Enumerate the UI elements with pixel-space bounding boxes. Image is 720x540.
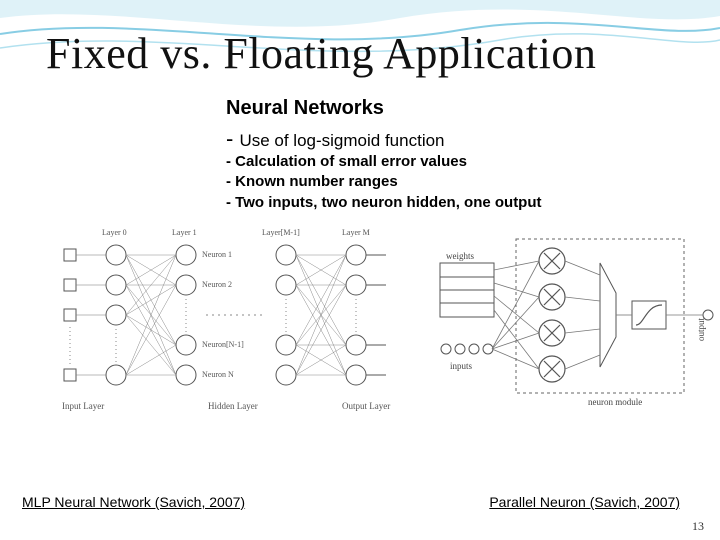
- figure-mlp: Layer 0 Layer 1 Layer[M-1] Layer M Neuro…: [46, 223, 424, 418]
- svg-text:Input Layer: Input Layer: [62, 401, 104, 411]
- parallel-neuron-diagram-icon: weights inputs: [432, 223, 720, 418]
- svg-text:output: output: [696, 317, 706, 341]
- slide-subtitle: Neural Networks: [226, 97, 692, 120]
- bullet-text: Calculation of small error values: [235, 153, 467, 170]
- bullet-item: - Known number ranges: [226, 172, 692, 192]
- slide: Fixed vs. Floating Application Neural Ne…: [0, 0, 720, 540]
- slide-title: Fixed vs. Floating Application: [46, 28, 692, 79]
- mlp-diagram-icon: Layer 0 Layer 1 Layer[M-1] Layer M Neuro…: [46, 223, 424, 418]
- bullet-item: - Two inputs, two neuron hidden, one out…: [226, 193, 692, 213]
- svg-text:Neuron N: Neuron N: [202, 370, 234, 379]
- svg-text:Neuron 1: Neuron 1: [202, 250, 232, 259]
- bullet-text: Use of log-sigmoid function: [239, 131, 444, 150]
- page-number: 13: [692, 519, 704, 534]
- svg-text:Layer M: Layer M: [342, 228, 370, 237]
- bullet-item: - Use of log-sigmoid function: [226, 126, 692, 152]
- svg-text:Hidden Layer: Hidden Layer: [208, 401, 258, 411]
- bullet-text: Two inputs, two neuron hidden, one outpu…: [235, 194, 541, 211]
- caption-right: Parallel Neuron (Savich, 2007): [489, 494, 680, 510]
- figure-captions: MLP Neural Network (Savich, 2007) Parall…: [0, 494, 720, 510]
- svg-text:Neuron[N-1]: Neuron[N-1]: [202, 340, 244, 349]
- svg-text:weights: weights: [446, 251, 474, 261]
- svg-text:Neuron 2: Neuron 2: [202, 280, 232, 289]
- svg-text:Layer[M-1]: Layer[M-1]: [262, 228, 300, 237]
- svg-text:Layer 1: Layer 1: [172, 228, 197, 237]
- svg-text:Output Layer: Output Layer: [342, 401, 390, 411]
- bullet-item: - Calculation of small error values: [226, 152, 692, 172]
- svg-text:Layer 0: Layer 0: [102, 228, 127, 237]
- bullet-list: - Use of log-sigmoid function - Calculat…: [226, 126, 692, 213]
- figure-row: Layer 0 Layer 1 Layer[M-1] Layer M Neuro…: [46, 223, 692, 418]
- svg-text:neuron module: neuron module: [588, 397, 642, 407]
- svg-text:inputs: inputs: [450, 361, 473, 371]
- figure-parallel-neuron: weights inputs: [432, 223, 720, 418]
- bullet-text: Known number ranges: [235, 173, 398, 190]
- caption-left: MLP Neural Network (Savich, 2007): [22, 494, 245, 510]
